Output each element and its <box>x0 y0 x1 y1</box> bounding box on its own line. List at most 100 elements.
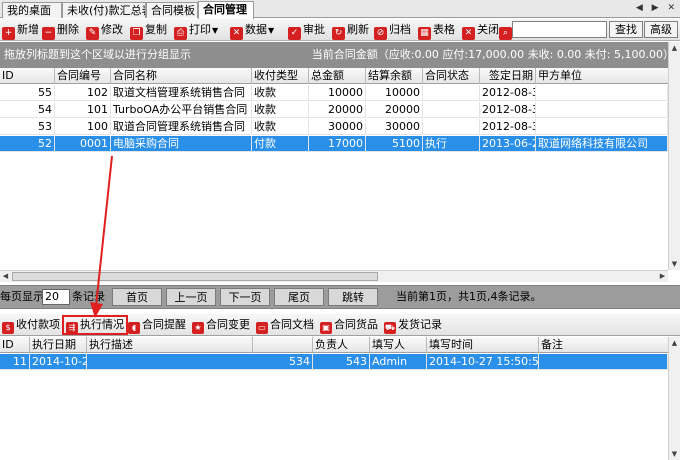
exec-col-person[interactable]: 负责人 <box>313 337 370 353</box>
folder-icon: ▭ <box>256 322 268 334</box>
scroll-up-icon[interactable]: ▲ <box>669 42 680 54</box>
col-header-balance[interactable]: 结算余额 <box>366 68 423 84</box>
cell-id: 11 <box>0 354 30 370</box>
cell-contract-name: TurboOA办公平台销售合同 <box>111 102 252 118</box>
scroll-left-icon[interactable]: ◀ <box>0 271 11 282</box>
tab-receipts[interactable]: $ 收付款项 <box>0 317 62 334</box>
plus-icon: + <box>2 27 15 40</box>
chevron-down-icon: ▼ <box>212 26 219 35</box>
tab-my-desktop[interactable]: 我的桌面 <box>2 2 62 18</box>
table-row[interactable]: 54 101 TurboOA办公平台销售合同 收款 20000 20000 2012-08-… <box>0 102 668 118</box>
col-header-date[interactable]: 签定日期 <box>480 68 536 84</box>
table-row[interactable]: 520001电脑采购合同付款170005100执行2013-06-27取道网络科… <box>0 136 668 152</box>
scroll-down-icon[interactable]: ▼ <box>669 258 680 270</box>
new-button[interactable]: + 新增 <box>2 22 39 40</box>
scroll-right-icon[interactable]: ▶ <box>657 271 668 282</box>
pager-bar: 每页显示 20 条记录 首页 上一页 下一页 尾页 跳转 当前第1页，共1页,4… <box>0 285 680 309</box>
advanced-button[interactable]: 高级 <box>644 21 678 38</box>
cell-status: 执行 <box>423 136 480 152</box>
col-header-id[interactable]: ID <box>0 68 55 84</box>
table-row[interactable]: 53100取道合同管理系统销售合同收款30000300002012-08-31 <box>0 119 668 135</box>
exec-col-date[interactable]: 执行日期 <box>30 337 87 353</box>
cell-id: 53 <box>0 119 55 135</box>
jump-button[interactable]: 跳转 <box>328 288 378 306</box>
tab-scroll-arrows[interactable]: ◀ ▶ ✕ <box>636 3 678 13</box>
tab-unpaid-summary[interactable]: 未收(付)款汇总表 <box>62 2 146 18</box>
exec-col-time[interactable]: 填写时间 <box>427 337 539 353</box>
truck-icon: ⛟ <box>384 322 396 334</box>
tab-execution[interactable]: ⇶ 执行情况 <box>62 315 128 335</box>
exec-col-note[interactable]: 备注 <box>539 337 668 353</box>
cell-total: 20000 <box>309 102 366 118</box>
cell-total: 30000 <box>309 119 366 135</box>
horizontal-scroll-thumb[interactable] <box>12 272 378 281</box>
table-row[interactable]: 55102取道文档管理系统销售合同收款10000100002012-08-31 <box>0 85 668 101</box>
refresh-button[interactable]: ↻ 刷新 <box>332 22 369 40</box>
scroll-up-icon[interactable]: ▲ <box>669 337 680 349</box>
table-button[interactable]: ▦ 表格 <box>418 22 455 40</box>
amount-summary: 当前合同金额（应收:0.00 应付:17,000.00 未收: 0.00 未付:… <box>311 48 674 61</box>
copy-icon: ❐ <box>130 27 143 40</box>
find-button[interactable]: 查找 <box>609 21 643 38</box>
tab-contract-template[interactable]: 合同模板 <box>146 2 198 18</box>
close-button[interactable]: ✕ 关闭 <box>462 22 499 40</box>
data-button[interactable]: ✕ 数据▼ <box>230 22 274 40</box>
exec-col-desc[interactable]: 执行描述 <box>87 337 253 353</box>
approve-button[interactable]: ✓ 审批 <box>288 22 325 40</box>
tab-change[interactable]: ★ 合同变更 <box>190 317 252 334</box>
group-drop-area[interactable]: 拖放列标题到这个区域以进行分组显示 当前合同金额（应收:0.00 应付:17,0… <box>0 42 680 68</box>
cell-contract-no: 100 <box>55 119 111 135</box>
cell-exec-date: 2014-10-27 <box>30 354 87 370</box>
search-input[interactable] <box>512 21 607 38</box>
tab-contract-management[interactable]: 合同管理 <box>198 1 254 19</box>
tab-docs[interactable]: ▭ 合同文档 <box>254 317 316 334</box>
tab-goods[interactable]: ▣ 合同货品 <box>318 317 380 334</box>
cell-date: 2013-06-27 <box>480 136 536 152</box>
minus-icon: − <box>42 27 55 40</box>
col-header-contract-no[interactable]: 合同编号 <box>55 68 111 84</box>
cell-status <box>423 85 480 101</box>
tab-reminder[interactable]: ◖ 合同提醒 <box>126 317 188 334</box>
cell-date: 2012-08-31 <box>480 102 536 118</box>
scroll-down-icon[interactable]: ▼ <box>669 448 680 460</box>
cell-contract-name: 取道合同管理系统销售合同 <box>111 119 252 135</box>
close-icon: ✕ <box>462 27 475 40</box>
col-header-payment-type[interactable]: 收付类型 <box>252 68 309 84</box>
cell-contract-name: 取道文档管理系统销售合同 <box>111 85 252 101</box>
contracts-vertical-scrollbar[interactable]: ▲ ▼ <box>668 42 680 270</box>
printer-icon: ⎙ <box>174 27 187 40</box>
next-page-button[interactable]: 下一页 <box>220 288 270 306</box>
col-header-status[interactable]: 合同状态 <box>423 68 480 84</box>
cell-balance: 10000 <box>366 85 423 101</box>
star-icon: ★ <box>192 322 204 334</box>
page-status: 当前第1页，共1页,4条记录。 <box>396 290 542 303</box>
cell-payment-type: 收款 <box>252 119 309 135</box>
first-page-button[interactable]: 首页 <box>112 288 162 306</box>
exec-col-spacer <box>253 337 313 353</box>
archive-button[interactable]: ⊘ 归档 <box>374 22 411 40</box>
last-page-button[interactable]: 尾页 <box>274 288 324 306</box>
col-header-party[interactable]: 甲方单位 <box>536 68 668 84</box>
exec-col-writer[interactable]: 填写人 <box>370 337 427 353</box>
table-icon: ▦ <box>418 27 431 40</box>
cell-writer: Admin <box>370 354 427 370</box>
per-page-input[interactable]: 20 <box>42 289 70 305</box>
prev-page-button[interactable]: 上一页 <box>166 288 216 306</box>
col-header-total[interactable]: 总金额 <box>309 68 366 84</box>
cell-id: 52 <box>0 136 55 152</box>
cell-total: 10000 <box>309 85 366 101</box>
cell-person: 543 <box>313 354 370 370</box>
table-row[interactable]: 112014-10-27534543Admin2014-10-27 15:50:… <box>0 354 668 370</box>
copy-button[interactable]: ❐ 复制 <box>130 22 167 40</box>
tab-invoice[interactable]: ⛟ 发货记录 <box>382 317 444 334</box>
exec-col-id[interactable]: ID <box>0 337 30 353</box>
print-button[interactable]: ⎙ 打印▼ <box>174 22 219 40</box>
cell-note <box>539 354 668 370</box>
toolbar: + 新增 − 删除 ✎ 修改 ❐ 复制 ⎙ 打印▼ ✕ 数据▼ ✓ 审批 ↻ 刷新 ⊘ 归档 ▦ 表… <box>0 19 680 41</box>
delete-button[interactable]: − 删除 <box>42 22 79 40</box>
contracts-horizontal-scrollbar[interactable]: ◀ ▶ <box>0 270 668 282</box>
edit-button[interactable]: ✎ 修改 <box>86 22 123 40</box>
cell-party <box>536 85 668 101</box>
execution-vertical-scrollbar[interactable]: ▲ ▼ <box>668 337 680 460</box>
col-header-contract-name[interactable]: 合同名称 <box>111 68 252 84</box>
